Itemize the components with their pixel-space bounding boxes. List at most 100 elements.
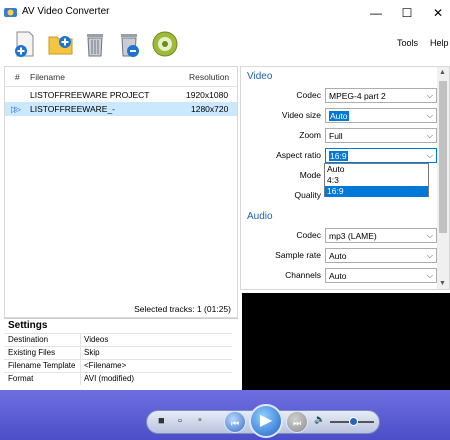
divider (80, 334, 81, 346)
chevron-down-icon: ⌵ (426, 131, 433, 140)
toolbar: Tools Help (0, 26, 450, 64)
sample-rate-label: Sample rate (275, 250, 321, 260)
chevron-down-icon: ⌵ (426, 231, 433, 240)
player-bar: ■ ▫ ▪ ⏮ ▶ ⏭ 🔈 (0, 390, 450, 440)
app-window: AV Video Converter — ☐ ✕ Tools Help # Fi… (0, 0, 450, 440)
setting-key: Existing Files (8, 348, 56, 357)
audio-codec-value: mp3 (LAME) (329, 231, 377, 241)
menu-help[interactable]: Help (430, 38, 449, 48)
zoom-value: Full (329, 131, 343, 141)
window-title: AV Video Converter (22, 6, 110, 17)
setting-row-format[interactable]: Format AVI (modified) (4, 372, 232, 385)
fullscreen-button[interactable]: ▪ (198, 414, 202, 426)
aspect-ratio-label: Aspect ratio (276, 150, 321, 160)
mode-label: Mode (299, 170, 321, 180)
channels-value: Auto (329, 271, 347, 281)
scroll-down-icon[interactable]: ▼ (439, 280, 446, 287)
add-file-button[interactable] (10, 29, 40, 59)
audio-codec-select[interactable]: mp3 (LAME) ⌵ (325, 228, 437, 243)
chevron-down-icon: ⌵ (426, 111, 433, 120)
volume-icon[interactable]: 🔈 (314, 414, 325, 425)
video-codec-label: Codec (296, 90, 321, 100)
convert-disc-icon (152, 31, 178, 57)
previous-button[interactable]: ⏮ (224, 411, 246, 433)
track-resolution: 1920x1080 (186, 90, 229, 100)
next-button[interactable]: ⏭ (286, 411, 308, 433)
chevron-down-icon: ⌵ (426, 271, 433, 280)
sample-rate-select[interactable]: Auto ⌵ (325, 248, 437, 263)
title-bar: AV Video Converter — ☐ ✕ (0, 0, 450, 26)
divider (80, 360, 81, 372)
minimize-button[interactable]: — (362, 3, 390, 23)
close-button[interactable]: ✕ (424, 3, 450, 23)
audio-section-title: Audio (247, 211, 273, 222)
video-section-title: Video (247, 71, 273, 82)
video-preview (242, 293, 450, 390)
selected-tracks-status: Selected tracks: 1 (01:25) (134, 304, 231, 314)
chevron-down-icon: ⌵ (426, 91, 433, 100)
track-list-header: # Filename Resolution (5, 67, 237, 87)
play-button[interactable]: ▶ (249, 404, 283, 438)
aspect-option[interactable]: Auto (325, 164, 428, 175)
remove-button[interactable] (80, 29, 110, 59)
setting-value: Videos (84, 335, 109, 344)
quality-label: Quality (294, 190, 321, 200)
column-index[interactable]: # (15, 72, 20, 82)
scroll-up-icon[interactable]: ▲ (439, 69, 446, 76)
add-folder-icon (48, 36, 73, 55)
trash-icon (87, 34, 103, 57)
video-codec-select[interactable]: MPEG-4 part 2 ⌵ (325, 88, 437, 103)
column-resolution[interactable]: Resolution (189, 72, 229, 82)
chevron-down-icon: ⌵ (426, 151, 433, 160)
track-row[interactable]: LISTOFFREEWARE PROJECT 1920x1080 (5, 88, 237, 102)
menu-tools[interactable]: Tools (397, 38, 418, 48)
setting-row-destination[interactable]: Destination Videos (4, 333, 232, 346)
maximize-button[interactable]: ☐ (393, 3, 421, 23)
settings-panel: Settings Destination Videos Existing Fil… (4, 318, 238, 390)
channels-select[interactable]: Auto ⌵ (325, 268, 437, 283)
setting-key: Destination (8, 335, 49, 344)
video-size-value: Auto (329, 111, 349, 121)
trash-all-icon (121, 34, 139, 57)
setting-value: <Filename> (84, 361, 127, 370)
playlist-button[interactable]: ▫ (178, 415, 182, 427)
track-list: # Filename Resolution LISTOFFREEWARE PRO… (4, 66, 238, 318)
video-size-label: Video size (281, 110, 321, 120)
settings-title: Settings (8, 320, 48, 331)
app-icon (4, 8, 17, 17)
column-filename[interactable]: Filename (30, 72, 65, 82)
convert-button[interactable] (150, 29, 180, 59)
setting-row-existing-files[interactable]: Existing Files Skip (4, 346, 232, 359)
divider (80, 373, 81, 385)
track-resolution: 1280x720 (191, 104, 229, 114)
aspect-option[interactable]: 4:3 (325, 175, 428, 186)
audio-codec-label: Codec (296, 230, 321, 240)
remove-all-button[interactable] (114, 29, 144, 59)
stop-button[interactable]: ■ (158, 415, 165, 427)
channels-label: Channels (285, 270, 321, 280)
track-filename: LISTOFFREEWARE_- (30, 104, 116, 114)
setting-row-filename-template[interactable]: Filename Template <Filename> (4, 359, 232, 372)
video-size-select[interactable]: Auto ⌵ (325, 108, 437, 123)
aspect-ratio-dropdown: Auto 4:3 16:9 (324, 163, 429, 197)
chevron-down-icon: ⌵ (426, 251, 433, 260)
aspect-option-selected[interactable]: 16:9 (325, 186, 428, 197)
track-filename: LISTOFFREEWARE PROJECT (30, 90, 150, 100)
aspect-ratio-select[interactable]: 16:9 ⌵ (325, 148, 437, 163)
add-folder-button[interactable] (46, 29, 76, 59)
add-file-icon (15, 31, 34, 57)
playing-indicator-icon: ▷▷ (11, 104, 21, 114)
track-row-selected[interactable]: ▷▷ LISTOFFREEWARE_- 1280x720 (5, 102, 237, 116)
zoom-select[interactable]: Full ⌵ (325, 128, 437, 143)
scroll-thumb[interactable] (439, 81, 447, 233)
volume-knob[interactable] (349, 417, 358, 426)
setting-key: Format (8, 374, 34, 383)
zoom-label: Zoom (299, 130, 321, 140)
video-codec-value: MPEG-4 part 2 (329, 91, 386, 101)
setting-value: AVI (modified) (84, 374, 135, 383)
setting-value: Skip (84, 348, 100, 357)
aspect-ratio-value: 16:9 (329, 151, 348, 161)
setting-key: Filename Template (8, 361, 76, 370)
options-scrollbar[interactable]: ▲ ▼ (437, 67, 449, 289)
sample-rate-value: Auto (329, 251, 347, 261)
